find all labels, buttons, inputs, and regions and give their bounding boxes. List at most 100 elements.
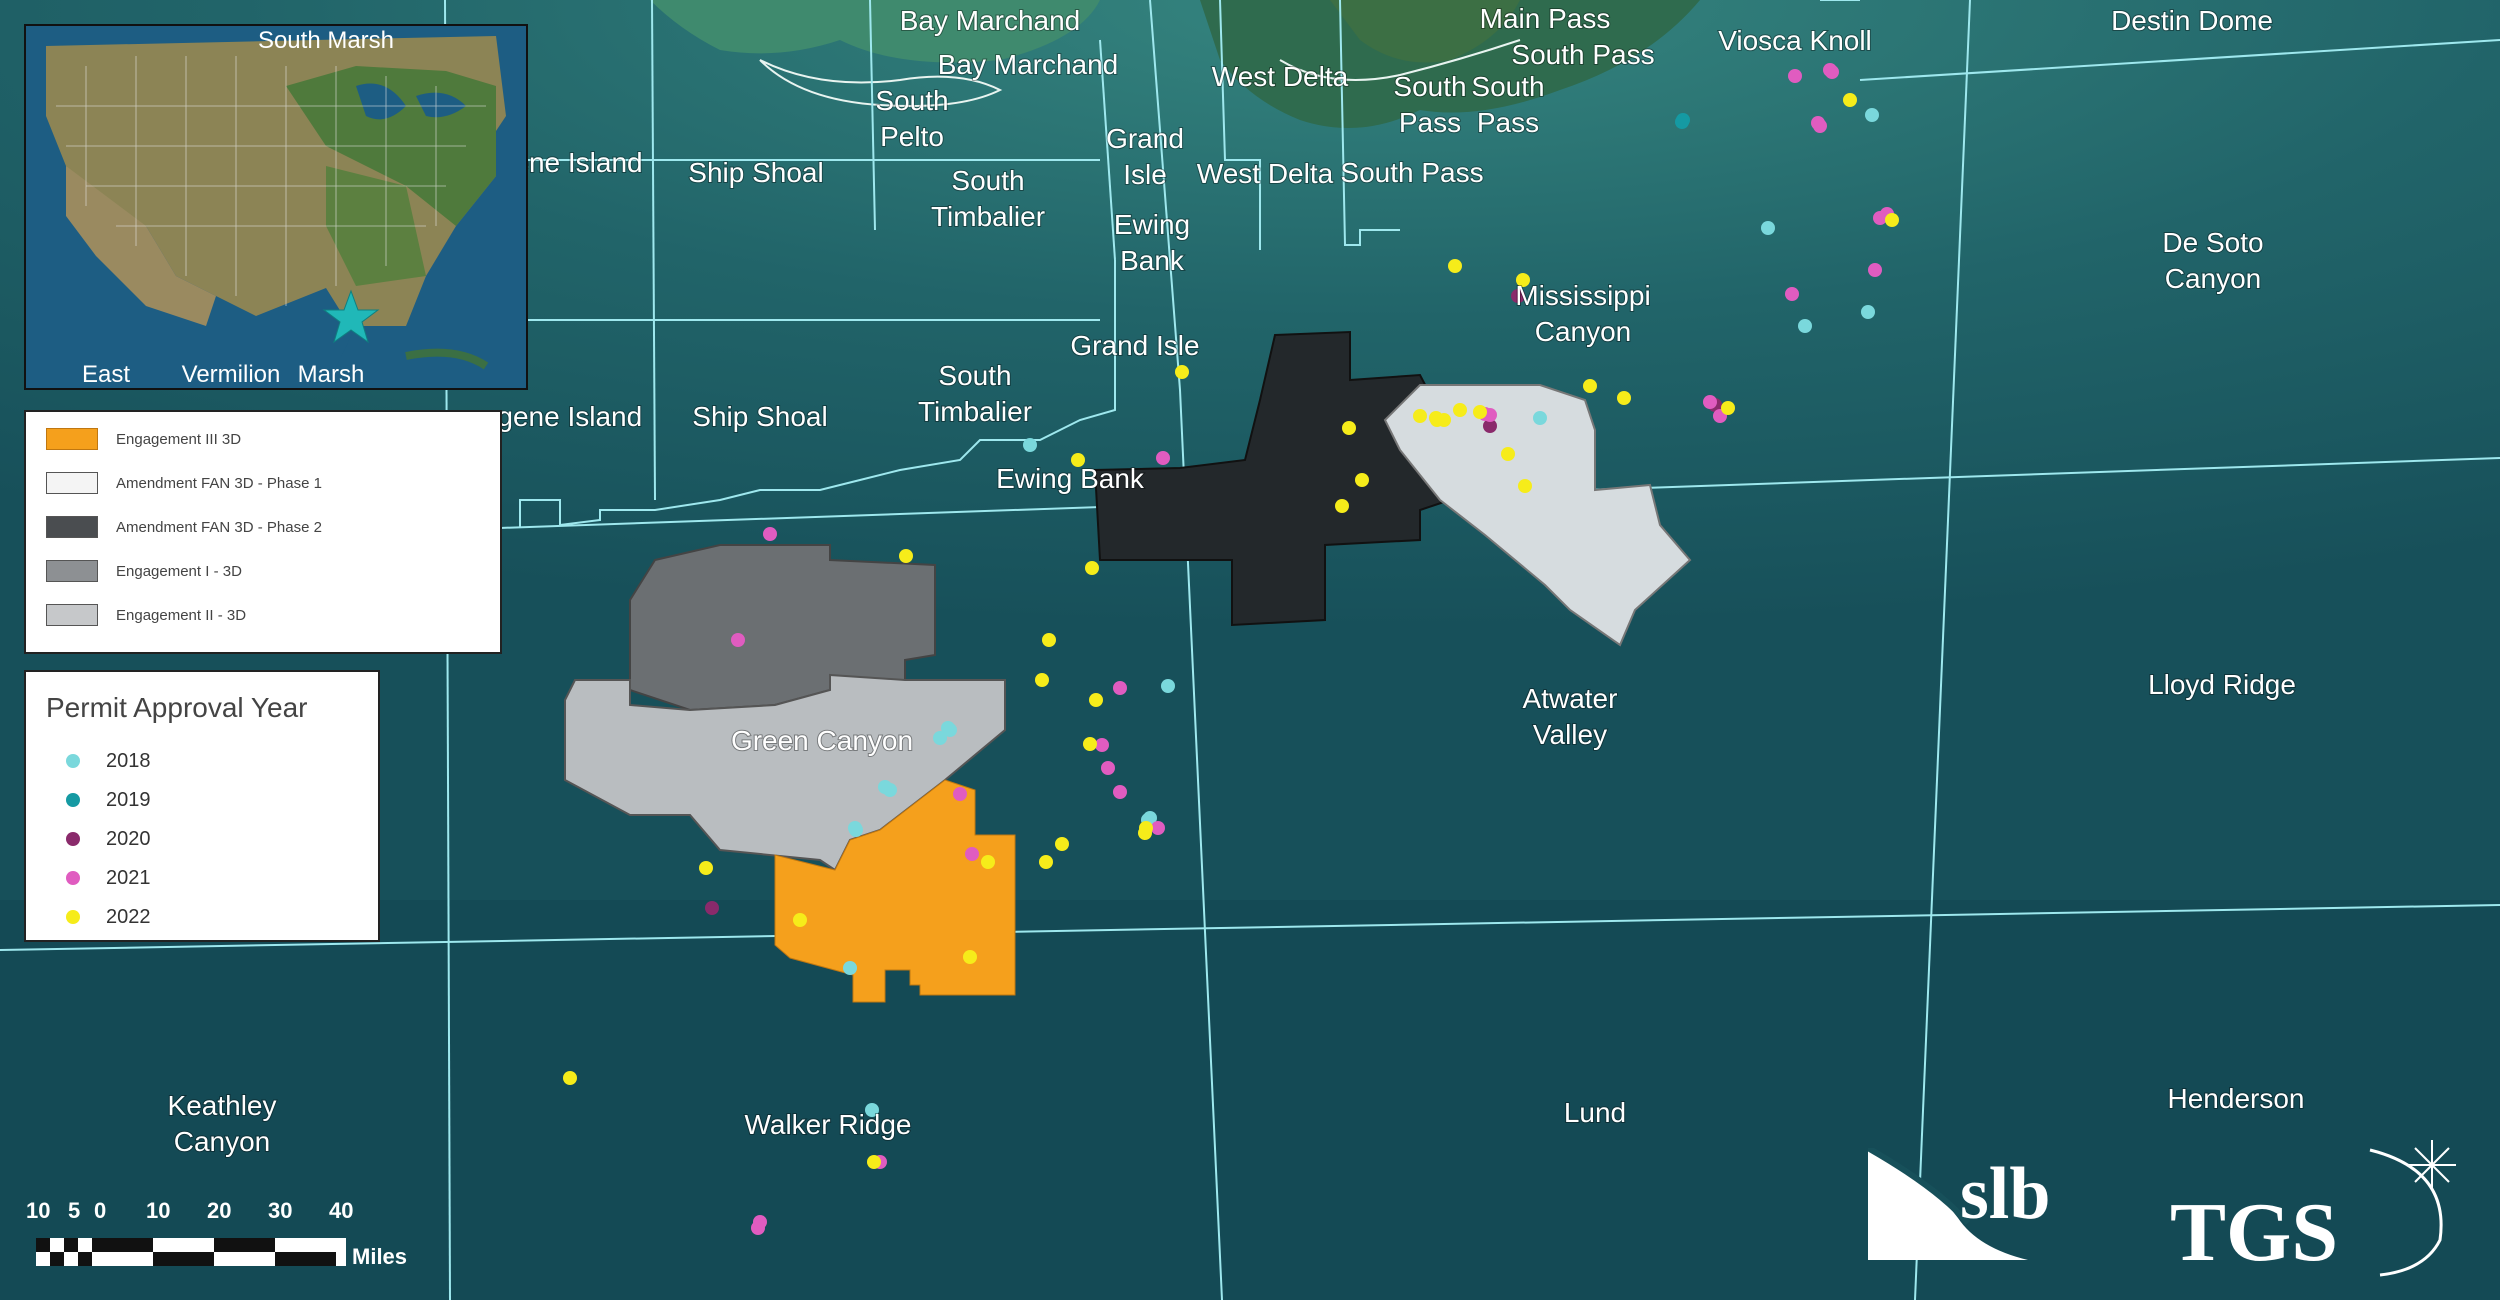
dot-2018-icon [66, 754, 80, 768]
permit-point-2018 [849, 823, 863, 837]
permit-point-2022 [563, 1071, 577, 1085]
year-legend-item: 2022 [66, 902, 151, 932]
swatch-amendment-phase2 [46, 516, 98, 538]
permit-point-2018 [1023, 438, 1037, 452]
scale-tick: 40 [329, 1198, 354, 1223]
tgs-logo: TGS [2170, 1140, 2456, 1279]
permit-point-2019 [1675, 115, 1689, 129]
permit-point-2022 [1583, 379, 1597, 393]
permit-point-2022 [1437, 413, 1451, 427]
protraction-south-pass-2: South Pass [1340, 157, 1483, 188]
protraction-ship-shoal-2: Ship Shoal [692, 401, 827, 432]
protraction-grand-isle-2: Grand Isle [1070, 330, 1199, 361]
scale-tick: 30 [268, 1198, 293, 1223]
survey-legend-label: Engagement II - 3D [116, 606, 247, 624]
permit-point-2022 [963, 950, 977, 964]
protraction-west-delta-2: West Delta [1197, 158, 1334, 189]
swatch-engagement-ii [46, 604, 98, 626]
scale-unit: Miles [352, 1244, 408, 1269]
permit-point-2022 [1039, 855, 1053, 869]
permit-point-2021 [1151, 821, 1165, 835]
swatch-engagement-iii [46, 428, 98, 450]
protraction-destin-dome: Destin Dome [2111, 5, 2273, 36]
permit-point-2021 [751, 1221, 765, 1235]
permit-point-2018 [883, 783, 897, 797]
permit-point-2021 [1785, 287, 1799, 301]
year-legend-label: 2021 [106, 866, 151, 889]
protraction-henderson: Henderson [2168, 1083, 2305, 1114]
permit-point-2021 [1788, 69, 1802, 83]
protraction-bay-marchand-2: Bay Marchand [938, 49, 1119, 80]
dot-2019-icon [66, 793, 80, 807]
slb-logo: slb [1868, 1148, 2051, 1260]
permit-point-2022 [1089, 693, 1103, 707]
permit-point-2022 [1055, 837, 1069, 851]
permit-point-2018 [1533, 411, 1547, 425]
scale-bar: 10 5 0 10 20 30 40 Miles [24, 1198, 424, 1278]
permit-point-2022 [899, 549, 913, 563]
protraction-eugene-island-2: ugene Island [482, 401, 642, 432]
dot-2022-icon [66, 910, 80, 924]
permit-point-2018 [843, 961, 857, 975]
year-legend-item: 2020 [66, 824, 151, 854]
protraction-ewing-bank-2: Ewing Bank [996, 463, 1145, 494]
year-legend-label: 2022 [106, 905, 151, 928]
protraction-bay-marchand-1: Bay Marchand [900, 5, 1081, 36]
inset-label: Vermilion [182, 361, 281, 388]
year-legend-item: 2018 [66, 746, 151, 776]
inset-label: East [82, 361, 130, 388]
permit-point-2018 [1861, 305, 1875, 319]
permit-point-2022 [1175, 365, 1189, 379]
survey-legend-item: Engagement II - 3D [46, 602, 246, 628]
year-legend-label: 2019 [106, 788, 151, 811]
dot-2021-icon [66, 871, 80, 885]
permit-point-2018 [1798, 319, 1812, 333]
scale-tick: 5 [68, 1198, 81, 1223]
protraction-ship-shoal-1: Ship Shoal [688, 157, 823, 188]
inset-label: South Marsh [258, 27, 394, 54]
tgs-logo-text: TGS [2170, 1186, 2338, 1279]
permit-point-2022 [1617, 391, 1631, 405]
year-legend: Permit Approval Year 2018 2019 2020 2021… [24, 670, 380, 942]
survey-legend-item: Engagement III 3D [46, 426, 241, 452]
swatch-engagement-i [46, 560, 98, 582]
permit-point-2022 [1413, 409, 1427, 423]
permit-point-2022 [793, 913, 807, 927]
permit-point-2021 [965, 847, 979, 861]
protraction-viosca-knoll: Viosca Knoll [1718, 25, 1872, 56]
scale-tick: 20 [207, 1198, 232, 1223]
inset-map-svg: South Marsh East Vermilion Marsh [26, 26, 526, 388]
survey-legend-item: Amendment FAN 3D - Phase 2 [46, 514, 322, 540]
protraction-lund: Lund [1564, 1097, 1626, 1128]
permit-point-2021 [1156, 451, 1170, 465]
permit-point-2018 [1761, 221, 1775, 235]
permit-point-2021 [1825, 65, 1839, 79]
permit-point-2020 [705, 901, 719, 915]
permit-point-2021 [1873, 211, 1887, 225]
inset-locator-map: South Marsh East Vermilion Marsh [24, 24, 528, 390]
permit-point-2022 [1885, 213, 1899, 227]
permit-point-2021 [1101, 761, 1115, 775]
swatch-amendment-phase1 [46, 472, 98, 494]
permit-point-2022 [1453, 403, 1467, 417]
permit-point-2021 [953, 787, 967, 801]
permit-point-2021 [763, 527, 777, 541]
protraction-green-canyon: Green Canyon [731, 725, 913, 756]
permit-point-2022 [1473, 405, 1487, 419]
survey-legend-label: Amendment FAN 3D - Phase 2 [116, 518, 322, 536]
year-legend-title: Permit Approval Year [46, 692, 308, 723]
protraction-west-delta-1: West Delta [1212, 61, 1349, 92]
protraction-main-pass: Main Pass [1480, 3, 1611, 34]
permit-point-2021 [1703, 395, 1717, 409]
permit-point-2018 [943, 723, 957, 737]
permit-point-2022 [867, 1155, 881, 1169]
year-legend-label: 2020 [106, 827, 151, 850]
scale-tick: 0 [94, 1198, 107, 1223]
permit-point-2022 [1518, 479, 1532, 493]
permit-point-2022 [1448, 259, 1462, 273]
protraction-south-pass-1: South Pass [1511, 39, 1654, 70]
survey-legend-label: Engagement I - 3D [116, 562, 242, 580]
permit-point-2022 [1721, 401, 1735, 415]
star-burst-icon [2408, 1140, 2456, 1190]
permit-point-2021 [731, 633, 745, 647]
